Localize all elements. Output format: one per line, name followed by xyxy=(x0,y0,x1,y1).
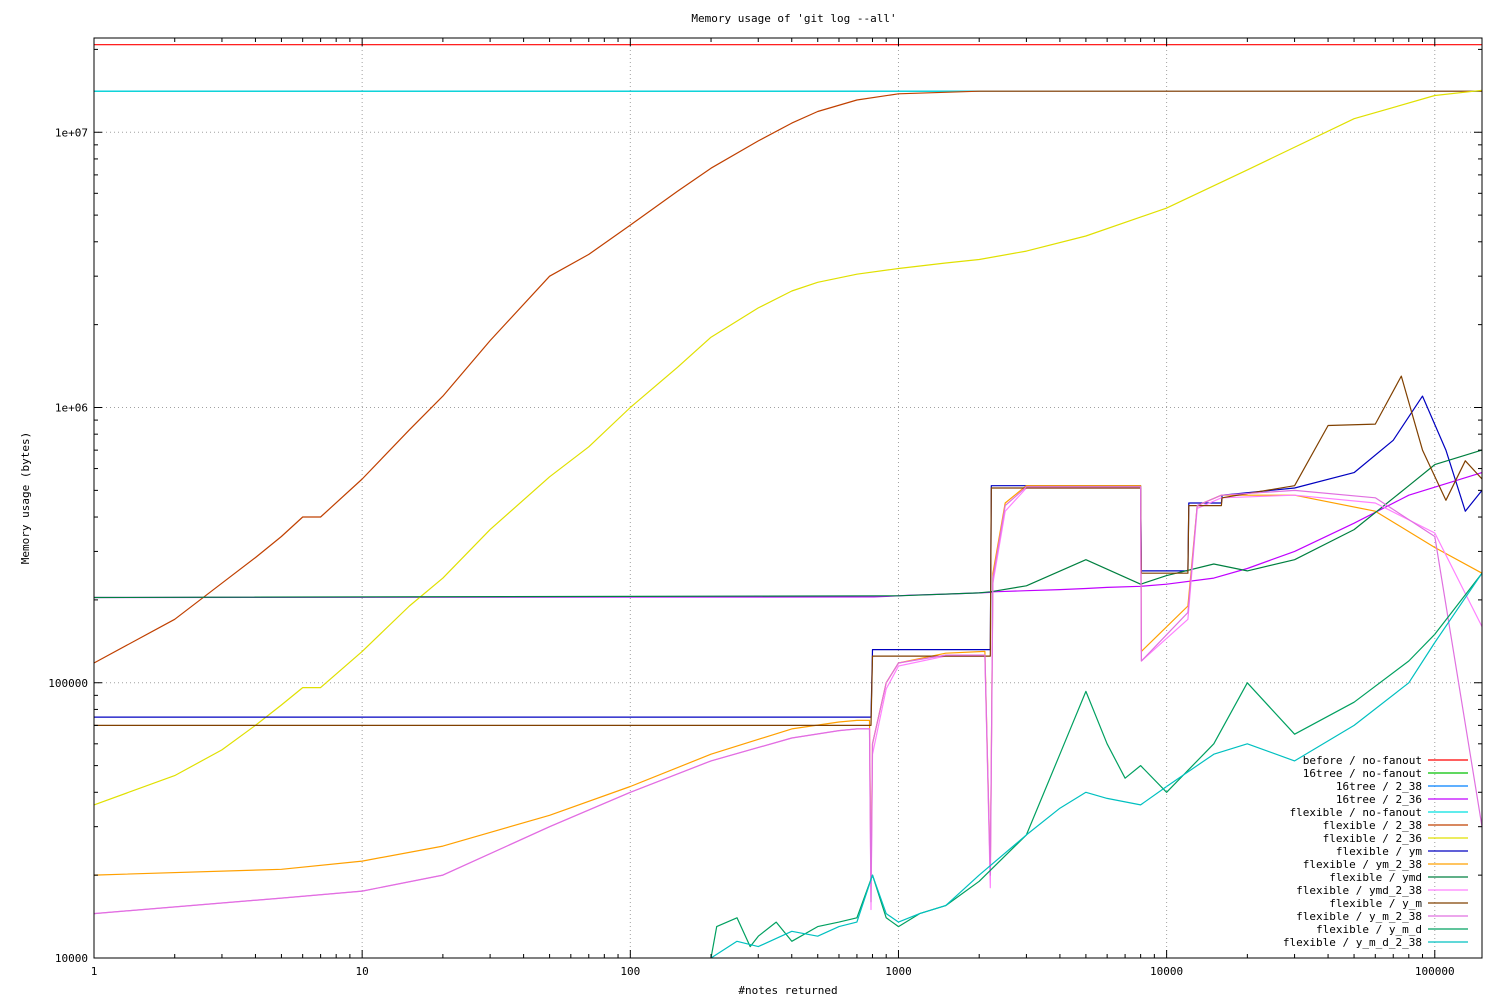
legend-label: flexible / 2_36 xyxy=(1323,832,1422,845)
x-tick-label: 10 xyxy=(356,965,369,978)
legend-label: flexible / ym xyxy=(1336,845,1422,858)
x-tick-label: 1 xyxy=(91,965,98,978)
grid xyxy=(94,38,1482,958)
x-tick-label: 100 xyxy=(620,965,640,978)
legend-label: before / no-fanout xyxy=(1303,754,1422,767)
legend-label: flexible / ymd xyxy=(1329,871,1422,884)
y-tick-label: 100000 xyxy=(48,677,88,690)
legend-label: flexible / y_m_d_2_38 xyxy=(1283,936,1422,949)
plot-frame xyxy=(93,37,1483,959)
x-tick-label: 100000 xyxy=(1415,965,1455,978)
axis-ticks: 1 10 100 1000 10000 100000 10000 100000 1e+06 1e+… xyxy=(48,38,1482,978)
legend-label: flexible / y_m_2_38 xyxy=(1296,910,1422,923)
series-line-7 xyxy=(93,89,1483,806)
series-line-8 xyxy=(94,395,1483,718)
series-line-13 xyxy=(93,486,1483,915)
series-line-9 xyxy=(93,485,1483,876)
series-line-6 xyxy=(93,90,1482,664)
x-tick-label: 1000 xyxy=(885,965,912,978)
legend-label: flexible / y_m_d xyxy=(1316,923,1422,936)
legend-label: flexible / y_m xyxy=(1329,897,1422,910)
legend-label: flexible / no-fanout xyxy=(1290,806,1422,819)
legend-label: flexible / 2_38 xyxy=(1323,819,1422,832)
chart-title: Memory usage of 'git log --all' xyxy=(691,12,896,25)
legend-label: 16tree / 2_38 xyxy=(1336,780,1422,793)
legend-label: flexible / ym_2_38 xyxy=(1303,858,1422,871)
y-tick-label: 10000 xyxy=(55,952,88,965)
y-axis-label: Memory usage (bytes) xyxy=(19,432,32,564)
series-line-10 xyxy=(93,449,1483,599)
legend: before / no-fanout16tree / no-fanout16tr… xyxy=(1283,754,1468,949)
plot-lines xyxy=(93,44,1483,959)
legend-label: flexible / ymd_2_38 xyxy=(1296,884,1422,897)
chart-canvas: 1 10 100 1000 10000 100000 10000 100000 1e+06 1e+… xyxy=(19,12,1483,997)
y-tick-label: 1e+06 xyxy=(55,402,88,415)
y-tick-label: 1e+07 xyxy=(55,126,88,139)
x-axis-label: #notes returned xyxy=(738,984,837,997)
legend-label: 16tree / 2_36 xyxy=(1336,793,1422,806)
chart: 1 10 100 1000 10000 100000 10000 100000 1e+06 1e+… xyxy=(0,0,1500,1000)
legend-label: 16tree / no-fanout xyxy=(1303,767,1422,780)
series-line-12 xyxy=(94,375,1483,727)
x-tick-label: 10000 xyxy=(1150,965,1183,978)
series-line-11 xyxy=(93,487,1483,915)
